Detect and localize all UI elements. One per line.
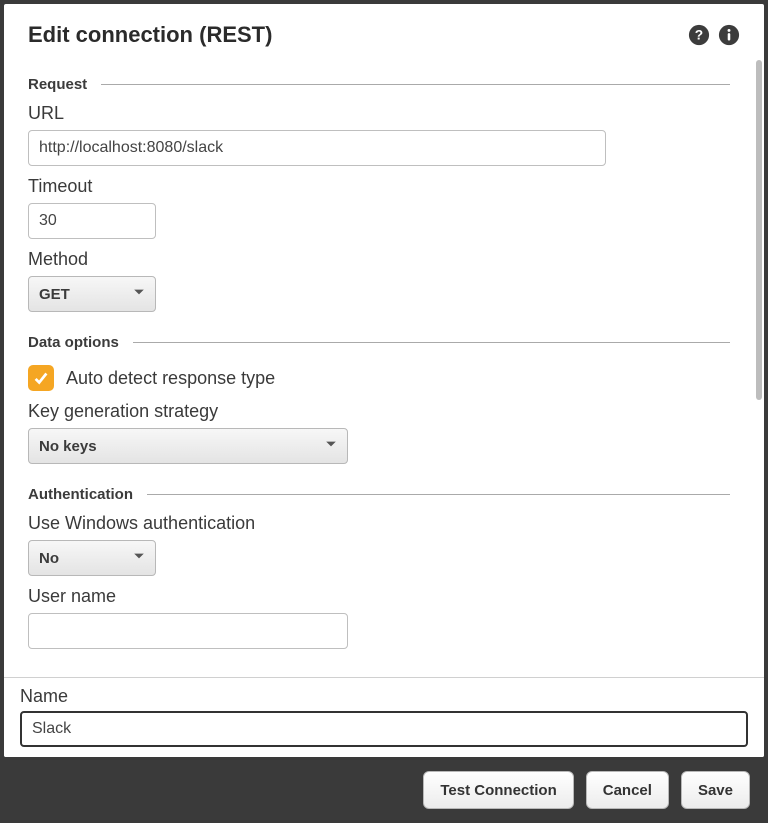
- test-connection-button[interactable]: Test Connection: [423, 771, 573, 809]
- dialog-header: Edit connection (REST) ?: [4, 4, 764, 54]
- section-request: Request: [28, 76, 730, 93]
- url-label: URL: [28, 103, 730, 124]
- keygen-label: Key generation strategy: [28, 401, 730, 422]
- username-label: User name: [28, 586, 730, 607]
- divider: [101, 84, 730, 85]
- chevron-down-icon: [133, 549, 145, 567]
- info-icon[interactable]: [718, 24, 740, 46]
- method-label: Method: [28, 249, 730, 270]
- chevron-down-icon: [133, 285, 145, 303]
- name-label: Name: [20, 686, 748, 707]
- dialog: Edit connection (REST) ? Request URL Tim…: [4, 4, 764, 757]
- winauth-select[interactable]: No: [28, 540, 156, 576]
- form-content: Request URL Timeout Method GET Data opti…: [4, 54, 754, 657]
- url-input[interactable]: [28, 130, 606, 166]
- autodetect-row: Auto detect response type: [28, 365, 730, 391]
- section-data-options-title: Data options: [28, 334, 119, 351]
- chevron-down-icon: [325, 437, 337, 455]
- name-panel: Name: [4, 677, 764, 757]
- method-value: GET: [39, 286, 70, 303]
- window-frame: Edit connection (REST) ? Request URL Tim…: [0, 0, 768, 823]
- keygen-value: No keys: [39, 438, 97, 455]
- scroll-area: Request URL Timeout Method GET Data opti…: [4, 54, 764, 677]
- winauth-label: Use Windows authentication: [28, 513, 730, 534]
- autodetect-label: Auto detect response type: [66, 368, 275, 389]
- username-input[interactable]: [28, 613, 348, 649]
- svg-text:?: ?: [695, 28, 703, 43]
- divider: [133, 342, 730, 343]
- dialog-title: Edit connection (REST): [28, 22, 272, 48]
- section-authentication: Authentication: [28, 486, 730, 503]
- timeout-label: Timeout: [28, 176, 730, 197]
- winauth-value: No: [39, 550, 59, 567]
- timeout-input[interactable]: [28, 203, 156, 239]
- save-button[interactable]: Save: [681, 771, 750, 809]
- method-select[interactable]: GET: [28, 276, 156, 312]
- scrollbar-thumb[interactable]: [756, 60, 762, 400]
- help-icon[interactable]: ?: [688, 24, 710, 46]
- autodetect-checkbox[interactable]: [28, 365, 54, 391]
- section-request-title: Request: [28, 76, 87, 93]
- section-data-options: Data options: [28, 334, 730, 351]
- cancel-button[interactable]: Cancel: [586, 771, 669, 809]
- keygen-select[interactable]: No keys: [28, 428, 348, 464]
- dialog-footer: Test Connection Cancel Save: [4, 757, 764, 823]
- section-authentication-title: Authentication: [28, 486, 133, 503]
- name-input[interactable]: [20, 711, 748, 747]
- divider: [147, 494, 730, 495]
- header-icons: ?: [688, 24, 740, 46]
